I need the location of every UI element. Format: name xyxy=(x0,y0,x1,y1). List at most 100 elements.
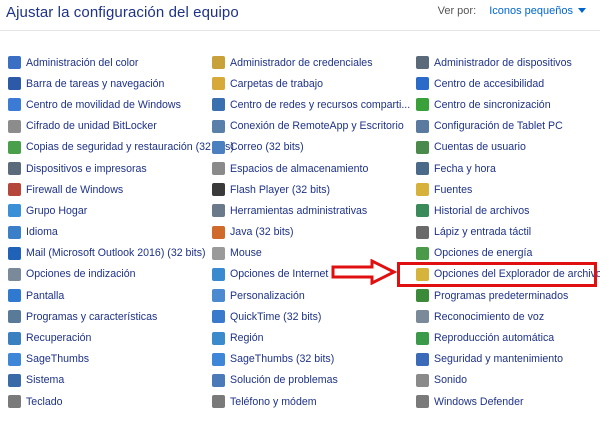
control-panel-item[interactable]: Centro de movilidad de Windows xyxy=(8,94,234,115)
item-label: Carpetas de trabajo xyxy=(230,77,324,90)
control-panel-item[interactable]: Barra de tareas y navegación xyxy=(8,73,234,94)
highlight-box xyxy=(397,262,597,287)
item-label: Sonido xyxy=(434,374,467,387)
control-panel-item[interactable]: Administración del color xyxy=(8,52,234,73)
item-label: Programas y características xyxy=(26,310,158,323)
control-panel-item[interactable]: Seguridad y mantenimiento xyxy=(416,349,600,370)
item-label: Historial de archivos xyxy=(434,204,530,217)
control-panel-item[interactable]: Opciones de indización xyxy=(8,264,234,285)
item-label: Idioma xyxy=(26,226,58,239)
item-label: Herramientas administrativas xyxy=(230,204,368,217)
control-panel-item[interactable]: Reconocimiento de voz xyxy=(416,306,600,327)
control-panel-item[interactable]: Sistema xyxy=(8,370,234,391)
recovery-icon xyxy=(8,331,21,345)
item-label: Firewall de Windows xyxy=(26,183,124,196)
page-title: Ajustar la configuración del equipo xyxy=(6,4,239,21)
mail-icon xyxy=(212,140,225,154)
accessibility-icon xyxy=(416,77,429,91)
item-label: Pantalla xyxy=(26,289,65,302)
control-panel-item[interactable]: Recuperación xyxy=(8,327,234,348)
control-panel-item[interactable]: Lápiz y entrada táctil xyxy=(416,222,600,243)
control-panel-item[interactable]: Grupo Hogar xyxy=(8,200,234,221)
bitlocker-icon xyxy=(8,119,21,133)
control-panel-item[interactable]: Flash Player (32 bits) xyxy=(212,179,410,200)
clock-icon xyxy=(416,162,429,176)
item-label: Barra de tareas y navegación xyxy=(26,77,165,90)
control-panel-item[interactable]: Fecha y hora xyxy=(416,158,600,179)
control-panel-item[interactable]: Teléfono y módem xyxy=(212,391,410,412)
control-panel-item[interactable]: Correo (32 bits) xyxy=(212,137,410,158)
control-panel-item[interactable]: Administrador de dispositivos xyxy=(416,52,600,73)
control-panel-item[interactable]: QuickTime (32 bits) xyxy=(212,306,410,327)
column-2: Administrador de credenciales Carpetas de… xyxy=(212,52,410,412)
item-label: Recuperación xyxy=(26,332,92,345)
item-label: Programas predeterminados xyxy=(434,289,569,302)
control-panel-item[interactable]: Opciones de energía xyxy=(416,243,600,264)
control-panel-item[interactable]: Idioma xyxy=(8,222,234,243)
credential-manager-icon xyxy=(212,56,225,70)
control-panel-item[interactable]: Centro de redes y recursos comparti... xyxy=(212,94,410,115)
mouse-icon xyxy=(212,246,225,260)
printer-icon xyxy=(8,162,21,176)
control-panel-item[interactable]: Teclado xyxy=(8,391,234,412)
power-icon xyxy=(416,246,429,260)
item-label: Mail (Microsoft Outlook 2016) (32 bits) xyxy=(26,247,206,260)
control-panel-item[interactable]: Programas predeterminados xyxy=(416,285,600,306)
control-panel-item[interactable]: Windows Defender xyxy=(416,391,600,412)
autoplay-icon xyxy=(416,331,429,345)
item-label: Copias de seguridad y restauración (32 b… xyxy=(26,141,234,154)
item-label: Sistema xyxy=(26,374,65,387)
control-panel-item[interactable]: Fuentes xyxy=(416,179,600,200)
sagethumbs-icon xyxy=(8,352,21,366)
item-label: Seguridad y mantenimiento xyxy=(434,353,563,366)
control-panel-item[interactable]: Administrador de credenciales xyxy=(212,52,410,73)
control-panel-item[interactable]: Firewall de Windows xyxy=(8,179,234,200)
control-panel-item[interactable]: Pantalla xyxy=(8,285,234,306)
control-panel-item[interactable]: SageThumbs (32 bits) xyxy=(212,349,410,370)
view-by-dropdown[interactable]: Iconos pequeños xyxy=(489,5,586,17)
item-label: Dispositivos e impresoras xyxy=(26,162,147,175)
item-label: Cifrado de unidad BitLocker xyxy=(26,120,157,133)
item-label: Administración del color xyxy=(26,56,139,69)
troubleshoot-icon xyxy=(212,373,225,387)
internet-icon xyxy=(212,267,225,281)
control-panel-item[interactable]: Java (32 bits) xyxy=(212,222,410,243)
control-panel-item[interactable]: Copias de seguridad y restauración (32 b… xyxy=(8,137,234,158)
control-panel-item[interactable]: Cifrado de unidad BitLocker xyxy=(8,116,234,137)
item-label: Flash Player (32 bits) xyxy=(230,183,331,196)
view-by-control: Ver por: Iconos pequeños xyxy=(438,5,586,17)
item-label: Teclado xyxy=(26,395,63,408)
control-panel-window: Ajustar la configuración del equipo Ver … xyxy=(0,0,600,430)
control-panel-item[interactable]: Sonido xyxy=(416,370,600,391)
control-panel-item[interactable]: Centro de sincronización xyxy=(416,94,600,115)
item-label: Administrador de credenciales xyxy=(230,56,373,69)
control-panel-item[interactable]: Centro de accesibilidad xyxy=(416,73,600,94)
indexing-icon xyxy=(8,267,21,281)
control-panel-item[interactable]: Conexión de RemoteApp y Escritorio xyxy=(212,116,410,137)
control-panel-item[interactable]: Personalización xyxy=(212,285,410,306)
control-panel-item[interactable]: Reproducción automática xyxy=(416,327,600,348)
item-label: SageThumbs (32 bits) xyxy=(230,353,335,366)
item-label: Reproducción automática xyxy=(434,332,555,345)
control-panel-item[interactable]: Carpetas de trabajo xyxy=(212,73,410,94)
control-panel-item[interactable]: Espacios de almacenamiento xyxy=(212,158,410,179)
region-icon xyxy=(212,331,225,345)
control-panel-item[interactable]: Dispositivos e impresoras xyxy=(8,158,234,179)
item-label: Cuentas de usuario xyxy=(434,141,526,154)
work-folders-icon xyxy=(212,77,225,91)
control-panel-item[interactable]: Historial de archivos xyxy=(416,200,600,221)
control-panel-item[interactable]: Herramientas administrativas xyxy=(212,200,410,221)
item-label: Centro de redes y recursos comparti... xyxy=(230,98,411,111)
item-label: QuickTime (32 bits) xyxy=(230,310,322,323)
control-panel-item[interactable]: Región xyxy=(212,327,410,348)
control-panel-item[interactable]: Configuración de Tablet PC xyxy=(416,116,600,137)
programs-icon xyxy=(8,310,21,324)
control-panel-item[interactable]: SageThumbs xyxy=(8,349,234,370)
control-panel-item[interactable]: Mail (Microsoft Outlook 2016) (32 bits) xyxy=(8,243,234,264)
file-history-icon xyxy=(416,204,429,218)
user-accounts-icon xyxy=(416,140,429,154)
control-panel-item[interactable]: Programas y características xyxy=(8,306,234,327)
item-label: Opciones de Internet xyxy=(230,268,329,281)
control-panel-item[interactable]: Solución de problemas xyxy=(212,370,410,391)
control-panel-item[interactable]: Cuentas de usuario xyxy=(416,137,600,158)
